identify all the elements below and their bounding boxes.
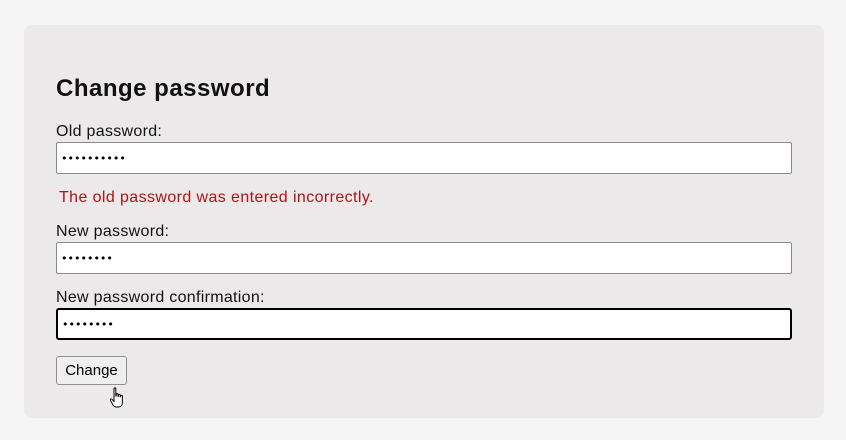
new-password-label: New password:	[56, 223, 170, 240]
error-message: The old password was entered incorrectly…	[59, 189, 374, 206]
old-password-label: Old password:	[56, 123, 163, 140]
hand-pointer-icon	[109, 387, 123, 408]
old-password-field[interactable]: ••••••••••	[56, 142, 792, 174]
page-title: Change password	[56, 75, 271, 102]
new-password-field[interactable]: ••••••••	[56, 242, 792, 274]
new-password-confirmation-field[interactable]: ••••••••	[56, 308, 792, 340]
new-password-value: ••••••••	[61, 251, 113, 265]
change-password-card: Change password Old password: ••••••••••…	[24, 25, 824, 418]
change-button[interactable]: Change	[56, 356, 127, 385]
old-password-value: ••••••••••	[61, 151, 126, 165]
new-password-confirmation-value: ••••••••	[62, 317, 114, 331]
new-password-confirmation-label: New password confirmation:	[56, 289, 265, 306]
